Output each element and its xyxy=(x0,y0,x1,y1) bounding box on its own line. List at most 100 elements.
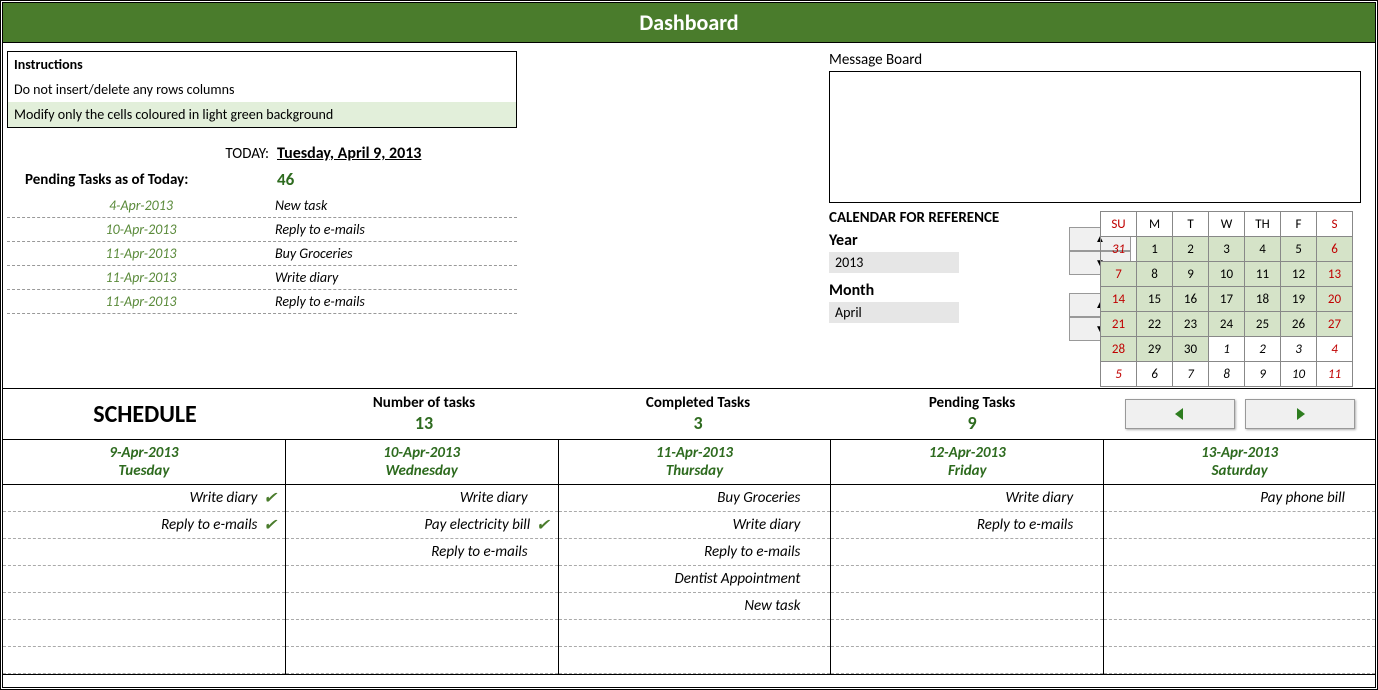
cal-day-cell[interactable]: 15 xyxy=(1137,287,1173,312)
schedule-task-cell[interactable] xyxy=(286,593,558,620)
cal-day-cell[interactable]: 8 xyxy=(1137,262,1173,287)
schedule-task-cell[interactable]: Reply to e-mails xyxy=(559,539,831,566)
num-tasks-value: 13 xyxy=(287,412,561,434)
cal-day-cell[interactable]: 1 xyxy=(1209,337,1245,362)
schedule-date: 13-Apr-2013 xyxy=(1201,444,1278,462)
schedule-date: 11-Apr-2013 xyxy=(656,444,733,462)
pending-task-date: 10-Apr-2013 xyxy=(7,221,275,238)
schedule-task-cell[interactable] xyxy=(1104,593,1375,620)
cal-day-cell[interactable]: 23 xyxy=(1173,312,1209,337)
schedule-task-cell[interactable] xyxy=(831,593,1103,620)
schedule-prev-button[interactable] xyxy=(1125,399,1235,429)
schedule-task-cell[interactable]: Write diary xyxy=(831,485,1103,512)
month-value[interactable]: April xyxy=(829,302,959,323)
schedule-task-cell[interactable] xyxy=(1104,620,1375,647)
schedule-task-cell[interactable] xyxy=(559,620,831,647)
cal-day-cell[interactable]: 9 xyxy=(1173,262,1209,287)
instructions-line2: Modify only the cells coloured in light … xyxy=(8,102,516,127)
schedule-task-cell[interactable]: Pay phone bill xyxy=(1104,485,1375,512)
month-label: Month xyxy=(829,281,1069,300)
cal-day-cell[interactable]: 9 xyxy=(1245,362,1281,387)
schedule-task-cell[interactable]: New task xyxy=(559,593,831,620)
schedule-task-cell[interactable]: Reply to e-mails xyxy=(286,539,558,566)
cal-day-cell[interactable]: 14 xyxy=(1101,287,1137,312)
schedule-task-cell[interactable] xyxy=(831,620,1103,647)
pending-task-date: 11-Apr-2013 xyxy=(7,269,275,286)
cal-day-cell[interactable]: 11 xyxy=(1317,362,1353,387)
cal-day-cell[interactable]: 5 xyxy=(1101,362,1137,387)
cal-day-cell[interactable]: 28 xyxy=(1101,337,1137,362)
cal-day-cell[interactable]: 3 xyxy=(1209,237,1245,262)
cal-day-cell[interactable]: 5 xyxy=(1281,237,1317,262)
cal-day-cell[interactable]: 24 xyxy=(1209,312,1245,337)
cal-day-cell[interactable]: 26 xyxy=(1281,312,1317,337)
schedule-task-cell[interactable] xyxy=(831,539,1103,566)
schedule-task-cell[interactable] xyxy=(3,539,285,566)
schedule-day-column: 13-Apr-2013SaturdayPay phone bill xyxy=(1104,440,1375,674)
cal-day-cell[interactable]: 10 xyxy=(1209,262,1245,287)
cal-day-cell[interactable]: 20 xyxy=(1317,287,1353,312)
page-title: Dashboard xyxy=(3,3,1375,43)
cal-day-cell[interactable]: 19 xyxy=(1281,287,1317,312)
cal-day-cell[interactable]: 2 xyxy=(1245,337,1281,362)
schedule-task-cell[interactable]: Reply to e-mails✔ xyxy=(3,512,285,539)
schedule-day-name: Thursday xyxy=(559,462,831,480)
schedule-task-cell[interactable] xyxy=(3,593,285,620)
schedule-task-cell[interactable]: Pay electricity bill✔ xyxy=(286,512,558,539)
cal-day-cell[interactable]: 29 xyxy=(1137,337,1173,362)
schedule-task-cell[interactable] xyxy=(3,647,285,674)
cal-day-cell[interactable]: 13 xyxy=(1317,262,1353,287)
cal-day-header: SU xyxy=(1101,212,1137,237)
cal-day-cell[interactable]: 25 xyxy=(1245,312,1281,337)
cal-day-cell[interactable]: 6 xyxy=(1137,362,1173,387)
year-value[interactable]: 2013 xyxy=(829,252,959,273)
message-board[interactable] xyxy=(829,71,1361,203)
cal-day-cell[interactable]: 1 xyxy=(1137,237,1173,262)
schedule-task-cell[interactable] xyxy=(1104,539,1375,566)
cal-day-cell[interactable]: 7 xyxy=(1173,362,1209,387)
cal-day-cell[interactable]: 18 xyxy=(1245,287,1281,312)
cal-day-cell[interactable]: 21 xyxy=(1101,312,1137,337)
pending-task-desc: Reply to e-mails xyxy=(275,293,365,310)
schedule-task-cell[interactable] xyxy=(286,566,558,593)
schedule-task-cell[interactable] xyxy=(286,647,558,674)
cal-day-cell[interactable]: 12 xyxy=(1281,262,1317,287)
schedule-task-cell[interactable] xyxy=(559,647,831,674)
schedule-task-cell[interactable]: Reply to e-mails xyxy=(831,512,1103,539)
schedule-task-text: Reply to e-mails xyxy=(431,543,527,561)
cal-day-cell[interactable]: 30 xyxy=(1173,337,1209,362)
cal-day-cell[interactable]: 27 xyxy=(1317,312,1353,337)
schedule-grid: 9-Apr-2013TuesdayWrite diary✔Reply to e-… xyxy=(3,440,1375,675)
cal-day-cell[interactable]: 17 xyxy=(1209,287,1245,312)
cal-day-cell[interactable]: 11 xyxy=(1245,262,1281,287)
cal-day-cell[interactable]: 22 xyxy=(1137,312,1173,337)
schedule-task-cell[interactable] xyxy=(831,566,1103,593)
cal-day-cell[interactable]: 16 xyxy=(1173,287,1209,312)
cal-day-cell[interactable]: 4 xyxy=(1245,237,1281,262)
cal-day-cell[interactable]: 6 xyxy=(1317,237,1353,262)
schedule-task-text: New task xyxy=(744,597,800,615)
schedule-task-cell[interactable] xyxy=(286,620,558,647)
schedule-task-cell[interactable] xyxy=(3,620,285,647)
cal-day-cell[interactable]: 31 xyxy=(1101,237,1137,262)
cal-day-cell[interactable]: 10 xyxy=(1281,362,1317,387)
schedule-next-button[interactable] xyxy=(1245,399,1355,429)
schedule-task-cell[interactable] xyxy=(831,647,1103,674)
schedule-task-cell[interactable] xyxy=(1104,566,1375,593)
schedule-task-cell[interactable]: Write diary xyxy=(286,485,558,512)
schedule-task-cell[interactable]: Write diary✔ xyxy=(3,485,285,512)
schedule-task-cell[interactable] xyxy=(1104,647,1375,674)
cal-day-cell[interactable]: 7 xyxy=(1101,262,1137,287)
cal-day-cell[interactable]: 8 xyxy=(1209,362,1245,387)
cal-day-cell[interactable]: 3 xyxy=(1281,337,1317,362)
pending-task-desc: Write diary xyxy=(275,269,338,286)
schedule-task-text: Pay electricity bill xyxy=(424,516,530,534)
schedule-task-cell[interactable]: Dentist Appointment xyxy=(559,566,831,593)
schedule-task-cell[interactable]: Buy Groceries xyxy=(559,485,831,512)
schedule-task-cell[interactable] xyxy=(1104,512,1375,539)
schedule-task-cell[interactable]: Write diary xyxy=(559,512,831,539)
cal-day-cell[interactable]: 2 xyxy=(1173,237,1209,262)
today-value: Tuesday, April 9, 2013 xyxy=(277,144,421,163)
schedule-task-cell[interactable] xyxy=(3,566,285,593)
cal-day-cell[interactable]: 4 xyxy=(1317,337,1353,362)
